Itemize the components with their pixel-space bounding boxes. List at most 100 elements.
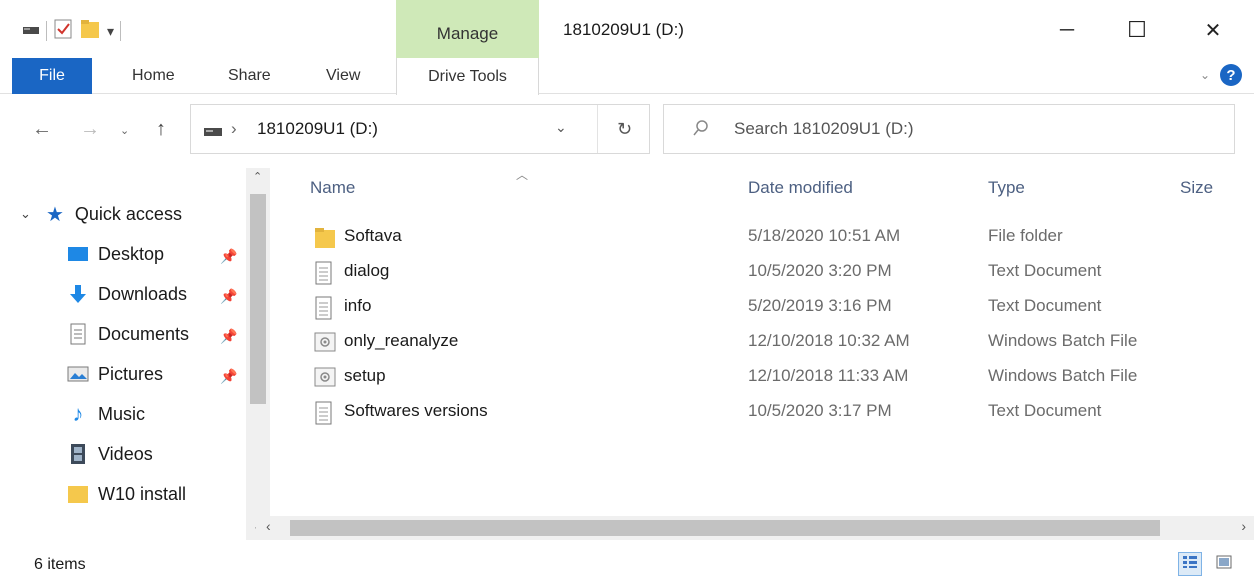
qat-separator-2 xyxy=(120,21,122,41)
text-file-icon xyxy=(314,296,336,322)
properties-icon[interactable] xyxy=(53,18,73,45)
back-icon[interactable]: ← xyxy=(32,118,52,141)
refresh-button[interactable]: ↻ xyxy=(597,105,651,153)
tab-share[interactable]: Share xyxy=(228,58,271,94)
nav-item-music[interactable]: ♪ Music xyxy=(66,396,146,432)
close-button[interactable]: ✕ xyxy=(1188,10,1238,50)
drive-icon xyxy=(203,123,223,143)
scroll-up-icon[interactable]: ⌃ xyxy=(253,170,262,183)
file-row[interactable]: info 5/20/2019 3:16 PM Text Document xyxy=(300,290,1250,326)
sort-ascending-icon: ︿ xyxy=(516,168,529,182)
nav-item-pictures[interactable]: Pictures xyxy=(66,356,163,392)
file-name: only_reanalyze xyxy=(344,331,459,350)
tab-file[interactable]: File xyxy=(12,58,92,94)
scroll-right-icon[interactable]: › xyxy=(1241,518,1246,534)
column-header-date[interactable]: Date modified xyxy=(748,178,853,198)
tab-drive-tools[interactable]: Drive Tools xyxy=(396,58,539,95)
file-name: Softava xyxy=(344,226,402,245)
address-bar[interactable]: › 1810209U1 (D:) ⌄ ↻ xyxy=(190,104,650,154)
file-row[interactable]: dialog 10/5/2020 3:20 PM Text Document xyxy=(300,255,1250,291)
up-icon[interactable]: ↑ xyxy=(156,118,166,141)
title-bar: ▾ Manage 1810209U1 (D:) ─ ☐ ✕ xyxy=(0,0,1254,62)
nav-item-label: W10 install xyxy=(98,483,187,504)
file-row[interactable]: only_reanalyze 12/10/2018 10:32 AM Windo… xyxy=(300,325,1250,361)
text-file-icon xyxy=(314,261,336,287)
desktop-icon xyxy=(66,242,90,266)
nav-pane-scrollbar[interactable]: ⌃ ⌄ xyxy=(246,168,270,540)
column-header-type[interactable]: Type xyxy=(988,178,1025,198)
file-type: File folder xyxy=(988,226,1063,245)
ribbon-right-controls: ⌄ ? xyxy=(1200,64,1242,86)
details-view-button[interactable] xyxy=(1178,552,1202,576)
close-icon: ✕ xyxy=(1204,19,1222,42)
tab-view[interactable]: View xyxy=(326,58,360,94)
nav-item-downloads[interactable]: Downloads xyxy=(66,276,187,312)
downloads-icon xyxy=(66,282,90,306)
file-type: Windows Batch File xyxy=(988,366,1138,385)
chevron-down-icon[interactable]: ⌄ xyxy=(20,206,31,222)
pin-icon[interactable]: 📌 xyxy=(220,328,237,345)
file-type: Windows Batch File xyxy=(988,331,1138,350)
pin-icon[interactable]: 📌 xyxy=(220,248,237,265)
file-row[interactable]: Softava 5/18/2020 10:51 AM File folder xyxy=(300,220,1250,256)
refresh-icon: ↻ xyxy=(616,118,633,139)
nav-item-label: Desktop xyxy=(98,243,165,264)
file-row[interactable]: Softwares versions 10/5/2020 3:17 PM Tex… xyxy=(300,395,1250,431)
help-icon[interactable]: ? xyxy=(1220,64,1242,86)
file-name: setup xyxy=(344,366,386,385)
maximize-button[interactable]: ☐ xyxy=(1112,10,1162,50)
file-date: 10/5/2020 3:17 PM xyxy=(748,401,892,420)
manage-context-tab[interactable]: Manage xyxy=(396,0,539,62)
minimize-icon: ─ xyxy=(1059,18,1075,41)
qat-separator xyxy=(46,21,47,41)
recent-locations-icon[interactable]: ⌄ xyxy=(120,124,129,137)
file-row[interactable]: setup 12/10/2018 11:33 AM Windows Batch … xyxy=(300,360,1250,396)
file-date: 5/18/2020 10:51 AM xyxy=(748,226,901,245)
forward-icon[interactable]: → xyxy=(80,118,100,141)
pin-icon[interactable]: 📌 xyxy=(220,368,237,385)
window-title: 1810209U1 (D:) xyxy=(563,20,684,39)
expand-ribbon-icon[interactable]: ⌄ xyxy=(1200,68,1210,82)
maximize-icon: ☐ xyxy=(1127,17,1147,42)
pin-icon[interactable]: 📌 xyxy=(220,288,237,305)
quick-access-toolbar: ▾ xyxy=(22,18,122,45)
tab-home[interactable]: Home xyxy=(132,58,175,94)
search-input[interactable]: Search 1810209U1 (D:) xyxy=(734,119,914,139)
item-count: 6 items xyxy=(34,556,86,573)
horizontal-scroll-thumb[interactable] xyxy=(290,520,1160,536)
column-header-name[interactable]: Name xyxy=(310,178,355,198)
file-type: Text Document xyxy=(988,261,1102,280)
file-name: Softwares versions xyxy=(344,401,488,420)
new-folder-icon[interactable] xyxy=(79,18,101,45)
search-box[interactable]: Search 1810209U1 (D:) xyxy=(663,104,1235,154)
nav-item-w10-install[interactable]: W10 install xyxy=(66,476,186,512)
folder-icon xyxy=(314,226,336,252)
search-icon xyxy=(692,119,710,142)
horizontal-scrollbar[interactable]: ‹ › xyxy=(256,516,1254,540)
drive-icon xyxy=(22,21,40,41)
minimize-button[interactable]: ─ xyxy=(1042,10,1092,50)
file-type: Text Document xyxy=(988,296,1102,315)
address-path[interactable]: 1810209U1 (D:) xyxy=(257,119,378,139)
nav-item-label: Pictures xyxy=(98,363,164,384)
nav-item-label: Music xyxy=(98,403,146,424)
nav-item-documents[interactable]: Documents xyxy=(66,316,189,352)
file-list: ︿ Name Date modified Type Size Softava 5… xyxy=(290,168,1254,540)
pictures-icon xyxy=(66,362,90,386)
nav-scroll-thumb[interactable] xyxy=(250,194,266,404)
file-date: 10/5/2020 3:20 PM xyxy=(748,261,892,280)
nav-item-videos[interactable]: Videos xyxy=(66,436,153,472)
address-dropdown-icon[interactable]: ⌄ xyxy=(555,119,567,136)
batch-file-icon xyxy=(314,366,336,392)
file-date: 12/10/2018 11:33 AM xyxy=(748,366,909,385)
quick-access-item[interactable]: ⌄ ★ Quick access xyxy=(20,196,182,232)
manage-tab-label: Manage xyxy=(436,24,499,43)
large-icons-view-icon xyxy=(1216,554,1232,574)
scroll-left-icon[interactable]: ‹ xyxy=(266,518,271,534)
customize-qat-icon[interactable]: ▾ xyxy=(107,23,114,40)
folder-icon xyxy=(66,482,90,506)
large-icons-view-button[interactable] xyxy=(1212,552,1236,576)
column-header-size[interactable]: Size xyxy=(1180,178,1213,198)
nav-item-desktop[interactable]: Desktop xyxy=(66,236,164,272)
status-bar: 6 items xyxy=(0,546,1254,580)
